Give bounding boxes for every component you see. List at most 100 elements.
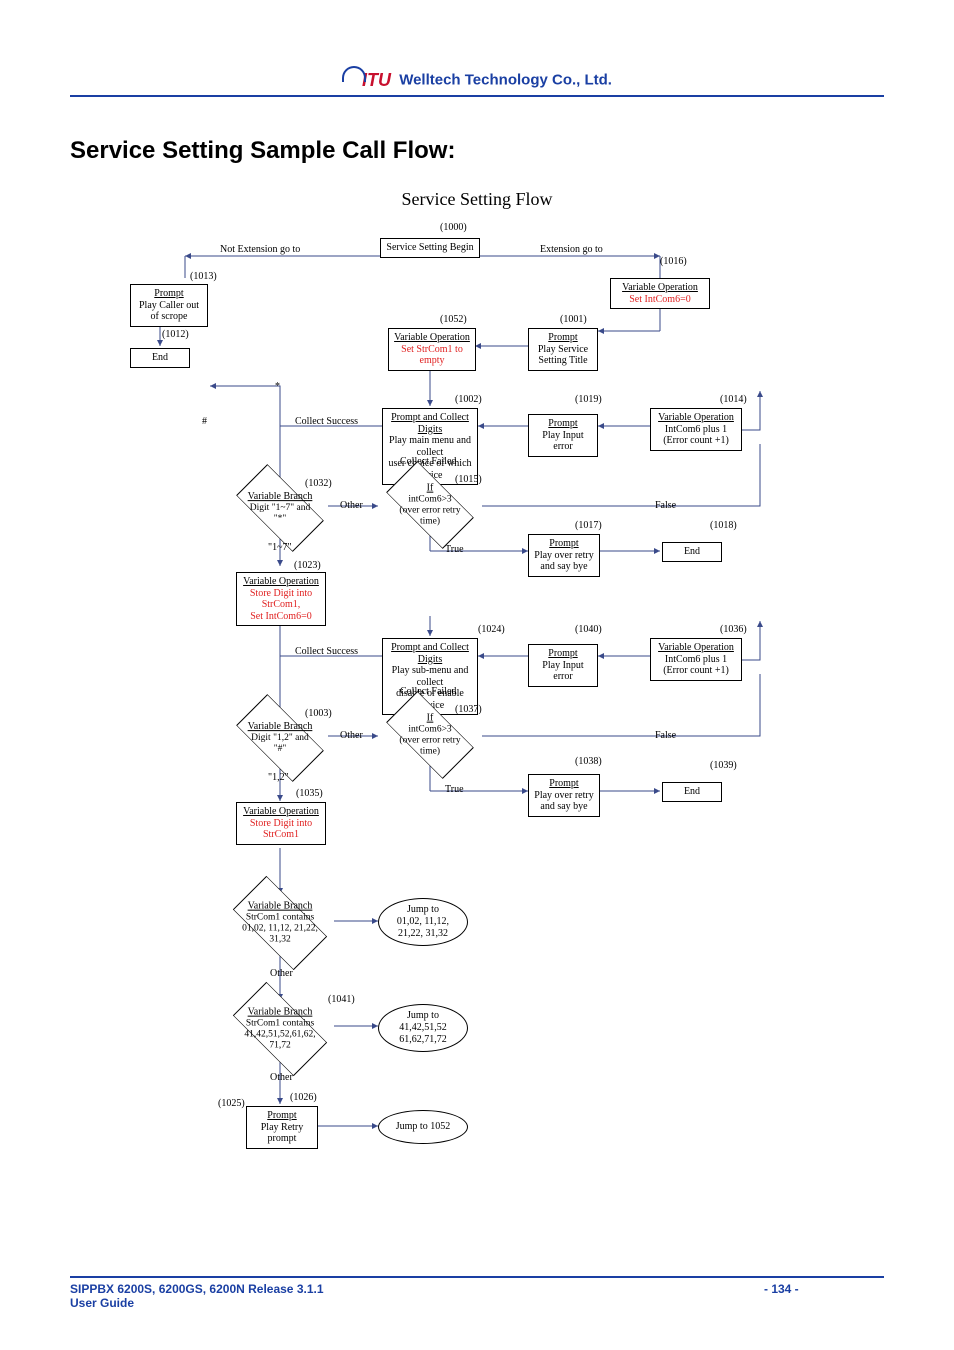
node-title: Prompt — [549, 778, 578, 789]
node-line: 41,42,51,52,61,62, — [244, 1030, 315, 1040]
edge-label: "1~7" — [268, 542, 292, 553]
node-line: Jump to — [407, 904, 439, 915]
edge-label: True — [445, 784, 464, 795]
node-branch-1032: Variable Branch Digit "1~7" and "*" — [225, 478, 335, 538]
node-var-op-1014: Variable Operation IntCom6 plus 1 (Error… — [650, 408, 742, 451]
page-footer: SIPPBX 6200S, 6200GS, 6200N Release 3.1.… — [70, 1276, 884, 1310]
node-line: prompt — [268, 1133, 297, 1144]
node-id: (1001) — [560, 314, 587, 325]
edge-label: Other — [340, 500, 363, 511]
edge-label: Collect Failed — [400, 456, 456, 467]
node-title: Prompt — [548, 332, 577, 343]
node-line: (Error count +1) — [663, 435, 729, 446]
edge-label: Other — [270, 1072, 293, 1083]
node-title: Variable Branch — [248, 721, 313, 732]
node-line: Store Digit into — [250, 818, 312, 829]
node-text: End — [152, 352, 168, 363]
edge-label: True — [445, 544, 464, 555]
header-divider — [70, 95, 884, 97]
node-id: (1012) — [162, 329, 189, 340]
page-title: Service Setting Sample Call Flow: — [70, 137, 884, 165]
node-line: and say bye — [540, 561, 587, 572]
node-title: If — [427, 483, 434, 494]
node-id: (1035) — [296, 788, 323, 799]
node-title: Prompt and Collect Digits — [391, 412, 469, 435]
node-id: (1038) — [575, 756, 602, 767]
node-title: Variable Operation — [243, 806, 319, 817]
node-line: 61,62,71,72 — [399, 1034, 447, 1045]
node-var-op-1016: Variable Operation Set IntCom6=0 — [610, 278, 710, 309]
node-text: End — [684, 786, 700, 797]
node-line: Play Input error — [542, 660, 583, 683]
node-title: Variable Branch — [248, 901, 313, 912]
node-var-op-1023: Variable Operation Store Digit into StrC… — [236, 572, 326, 626]
node-line: "#" — [274, 744, 287, 754]
logo-icon: ITU — [342, 70, 391, 91]
node-end-1039: End — [662, 782, 722, 802]
node-line: Play Retry — [261, 1122, 304, 1133]
node-line: 71,72 — [269, 1040, 290, 1050]
node-prompt-1019: Prompt Play Input error — [528, 414, 598, 457]
node-id: (1039) — [710, 760, 737, 771]
edge-label: Collect Failed — [400, 686, 456, 697]
node-id: (1018) — [710, 520, 737, 531]
node-line: (over error retry — [399, 506, 460, 516]
edge-label: "1,2" — [268, 772, 289, 783]
node-line: Play over retry — [534, 790, 593, 801]
node-prompt-1040: Prompt Play Input error — [528, 644, 598, 687]
node-line: 01,02, 11,12, 21,22, — [242, 924, 318, 934]
node-line: StrCom1 — [263, 829, 299, 840]
node-line: empty — [420, 355, 445, 366]
node-id: (1040) — [575, 624, 602, 635]
node-id: (1036) — [720, 624, 747, 635]
node-line: time) — [420, 516, 440, 526]
node-id: (1019) — [575, 394, 602, 405]
node-id: (1016) — [660, 256, 687, 267]
node-id: (1017) — [575, 520, 602, 531]
node-line: Store Digit into — [250, 588, 312, 599]
node-line: Setting Title — [538, 355, 587, 366]
footer-page-number: - 134 - — [756, 1282, 884, 1310]
edge-label: Other — [270, 968, 293, 979]
node-line: intCom6>3 — [408, 725, 451, 735]
node-line: 41,42,51,52 — [399, 1022, 447, 1033]
node-branch-1003: Variable Branch Digit "1,2" and "#" — [225, 708, 335, 768]
node-title: Prompt — [154, 288, 183, 299]
node-line: Play Input error — [542, 430, 583, 453]
company-name: Welltech Technology Co., Ltd. — [399, 71, 612, 88]
node-line: Jump to — [407, 1010, 439, 1021]
node-line: (Error count +1) — [663, 665, 729, 676]
node-line: StrCom1 contains — [246, 913, 314, 923]
flowchart-title: Service Setting Flow — [70, 189, 884, 210]
node-prompt-1026: Prompt Play Retry prompt — [246, 1106, 318, 1149]
node-prompt-1001: Prompt Play Service Setting Title — [528, 328, 598, 371]
edge-label: Not Extension go to — [220, 244, 300, 255]
node-jump-2: Jump to 41,42,51,52 61,62,71,72 — [378, 1004, 468, 1052]
footer-product: SIPPBX 6200S, 6200GS, 6200N Release 3.1.… — [70, 1282, 324, 1296]
node-line: and say bye — [540, 801, 587, 812]
node-line: IntCom6 plus 1 — [665, 654, 727, 665]
node-line: Set IntCom6=0 — [250, 611, 311, 622]
node-end-1018: End — [662, 542, 722, 562]
node-id: (1014) — [720, 394, 747, 405]
node-title: If — [427, 713, 434, 724]
node-line: StrCom1, — [262, 599, 301, 610]
node-line: intCom6>3 — [408, 495, 451, 505]
node-id: (1052) — [440, 314, 467, 325]
node-line: 31,32 — [269, 934, 290, 944]
node-branch-1041: Variable Branch StrCom1 contains 41,42,5… — [222, 994, 338, 1064]
node-line: Digit "1~7" and — [250, 503, 310, 513]
node-jump-1: Jump to 01,02, 11,12, 21,22, 31,32 — [378, 898, 468, 946]
node-id: (1002) — [455, 394, 482, 405]
node-line: StrCom1 contains — [246, 1019, 314, 1029]
node-line: 21,22, 31,32 — [398, 928, 448, 939]
node-service-setting-begin: Service Setting Begin — [380, 238, 480, 258]
node-branch-vb1: Variable Branch StrCom1 contains 01,02, … — [222, 888, 338, 958]
flowchart: (1000) Service Setting Begin Not Extensi… — [100, 216, 780, 1226]
node-id: (1000) — [440, 222, 467, 233]
node-id: (1024) — [478, 624, 505, 635]
node-line: (over error retry — [399, 736, 460, 746]
node-title: Variable Branch — [248, 491, 313, 502]
page: ITU Welltech Technology Co., Ltd. Servic… — [0, 0, 954, 1350]
node-line: Digit "1,2" and — [251, 733, 309, 743]
